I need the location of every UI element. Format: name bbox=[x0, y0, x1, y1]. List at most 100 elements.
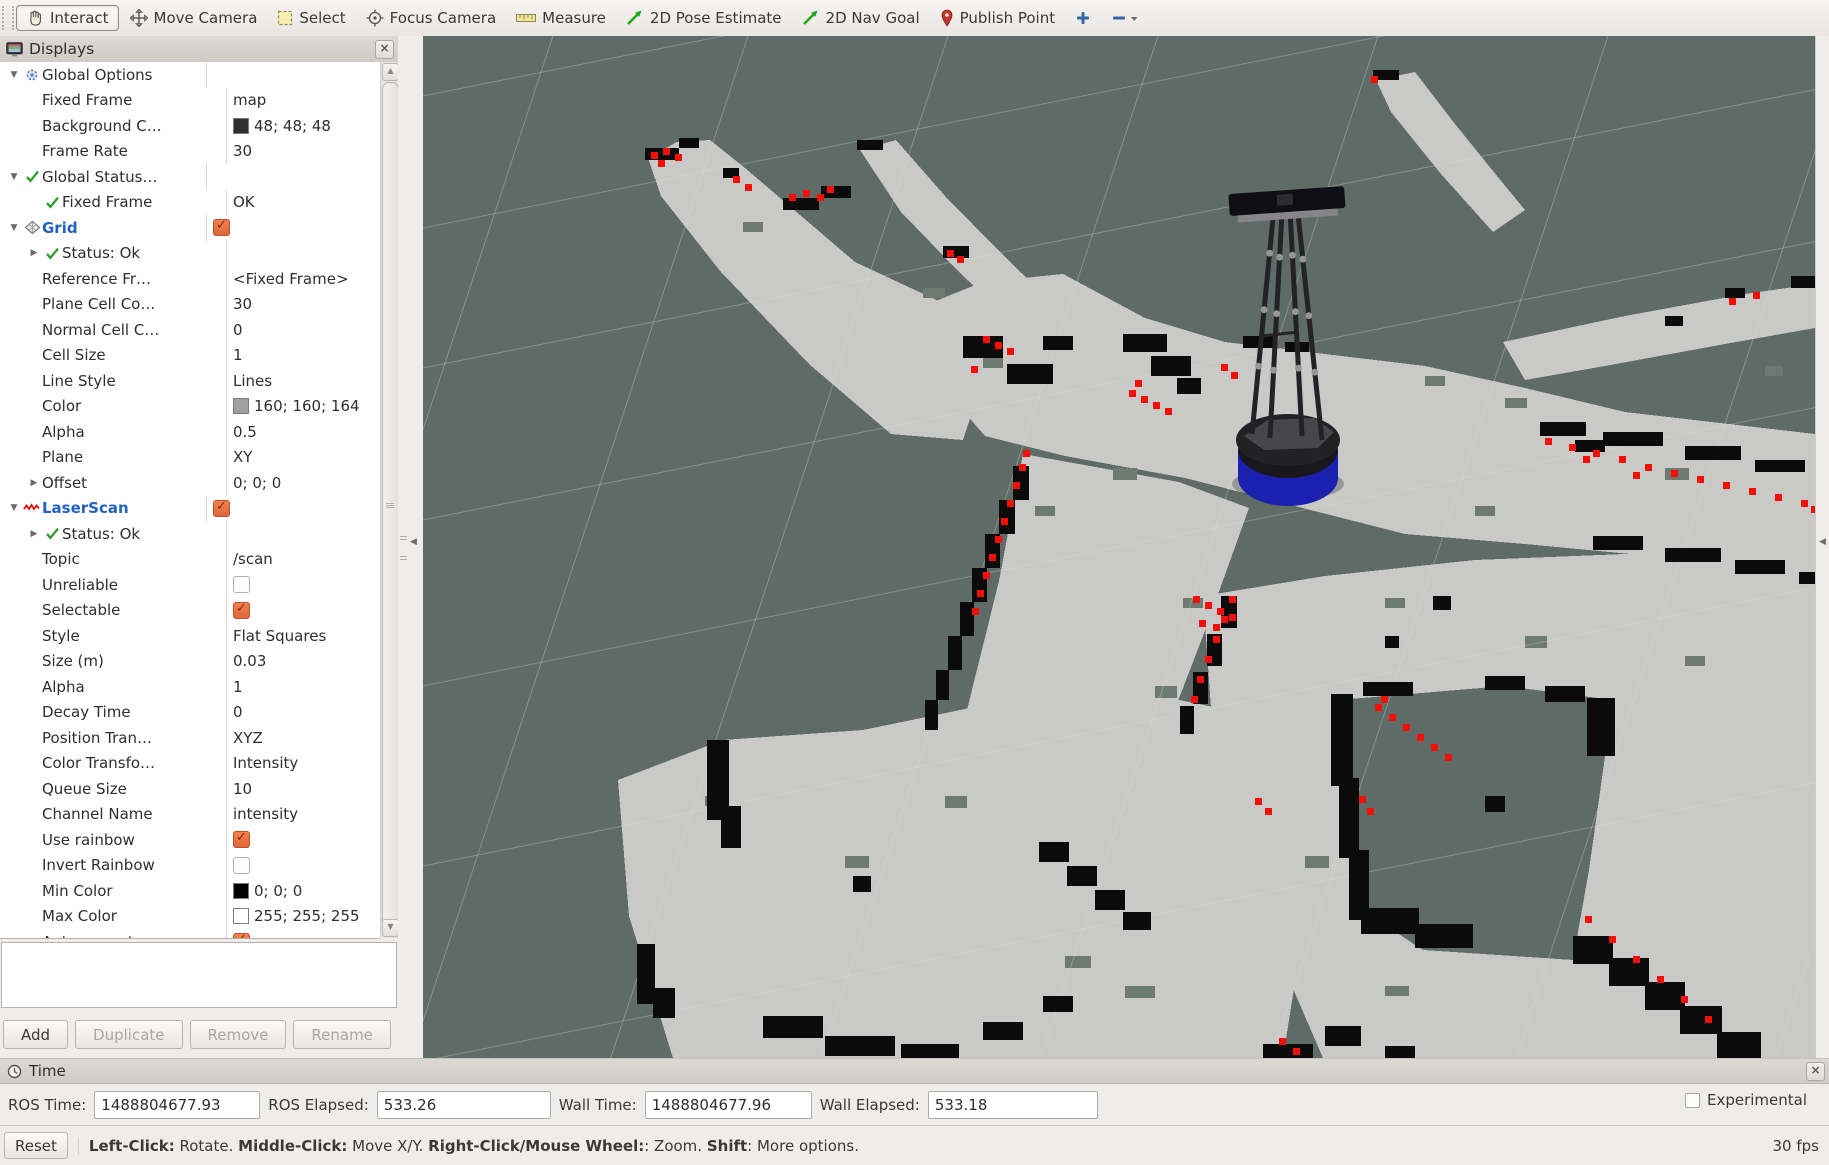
toolbar-item-interact[interactable]: Interact bbox=[16, 5, 119, 31]
collapse-right-icon[interactable]: ◀ bbox=[1819, 537, 1826, 547]
remove-button[interactable]: Remove bbox=[190, 1020, 287, 1049]
property-checkbox[interactable] bbox=[233, 602, 250, 619]
duplicate-button[interactable]: Duplicate bbox=[75, 1020, 182, 1049]
tree-row[interactable]: ▼Grid bbox=[0, 215, 380, 241]
tree-row[interactable]: ▶Status: Ok bbox=[0, 521, 380, 547]
add-button[interactable]: Add bbox=[3, 1020, 68, 1049]
property-checkbox[interactable] bbox=[233, 933, 250, 939]
expander-open-icon[interactable]: ▼ bbox=[6, 172, 22, 182]
property-value[interactable]: 10 bbox=[233, 780, 252, 798]
toolbar-item-move-camera[interactable]: Move Camera bbox=[121, 6, 267, 30]
property-value[interactable]: XY bbox=[233, 448, 252, 466]
tree-row[interactable]: Use rainbow bbox=[0, 827, 380, 853]
tree-row[interactable]: Selectable bbox=[0, 598, 380, 624]
time-field-input[interactable]: 1488804677.96 bbox=[645, 1091, 812, 1119]
scroll-up-icon[interactable]: ▲ bbox=[382, 63, 399, 81]
reset-button[interactable]: Reset bbox=[4, 1132, 68, 1159]
toolbar-item-focus-camera[interactable]: Focus Camera bbox=[357, 6, 505, 30]
collapse-left-icon[interactable]: ◀ bbox=[410, 537, 417, 547]
property-value[interactable]: 48; 48; 48 bbox=[254, 117, 331, 135]
property-value[interactable]: intensity bbox=[233, 805, 298, 823]
render-viewport-3d[interactable] bbox=[423, 36, 1815, 1058]
expander-open-icon[interactable]: ▼ bbox=[6, 70, 22, 80]
property-value[interactable]: 1 bbox=[233, 346, 243, 364]
experimental-checkbox[interactable] bbox=[1685, 1093, 1700, 1108]
tree-row[interactable]: Queue Size10 bbox=[0, 776, 380, 802]
property-value[interactable]: 0; 0; 0 bbox=[233, 474, 281, 492]
tree-row[interactable]: Position Tran…XYZ bbox=[0, 725, 380, 751]
expander-open-icon[interactable]: ▼ bbox=[6, 223, 22, 233]
tree-row[interactable]: Fixed Framemap bbox=[0, 88, 380, 114]
close-icon[interactable]: × bbox=[375, 40, 394, 59]
toolbar-item-add-tool[interactable] bbox=[1066, 7, 1100, 29]
tree-row[interactable]: ▶Offset0; 0; 0 bbox=[0, 470, 380, 496]
property-value[interactable]: 0.03 bbox=[233, 652, 266, 670]
tree-row[interactable]: Invert Rainbow bbox=[0, 853, 380, 879]
splitter-grip[interactable] bbox=[400, 536, 407, 560]
tree-row[interactable]: Reference Fr…<Fixed Frame> bbox=[0, 266, 380, 292]
tree-row[interactable]: Topic/scan bbox=[0, 547, 380, 573]
property-value[interactable]: 1 bbox=[233, 678, 243, 696]
property-value[interactable]: 30 bbox=[233, 295, 252, 313]
property-value[interactable]: 255; 255; 255 bbox=[254, 907, 360, 925]
tree-row[interactable]: ▼Global Options bbox=[0, 62, 380, 88]
tree-row[interactable]: Alpha0.5 bbox=[0, 419, 380, 445]
property-value[interactable]: 0; 0; 0 bbox=[254, 882, 302, 900]
tree-row[interactable]: Color160; 160; 164 bbox=[0, 394, 380, 420]
tree-row[interactable]: Min Color0; 0; 0 bbox=[0, 878, 380, 904]
property-value[interactable]: Flat Squares bbox=[233, 627, 326, 645]
expander-closed-icon[interactable]: ▶ bbox=[26, 478, 42, 488]
left-splitter[interactable]: ◀ bbox=[398, 36, 423, 1058]
property-value[interactable]: 0.5 bbox=[233, 423, 257, 441]
property-checkbox[interactable] bbox=[213, 219, 230, 236]
time-field-input[interactable]: 533.26 bbox=[377, 1091, 551, 1119]
tree-row[interactable]: Size (m)0.03 bbox=[0, 649, 380, 675]
toolbar-item-remove-tool[interactable] bbox=[1102, 7, 1148, 29]
color-swatch[interactable] bbox=[233, 883, 249, 899]
tree-row[interactable]: Fixed FrameOK bbox=[0, 190, 380, 216]
tree-row[interactable]: Max Color255; 255; 255 bbox=[0, 904, 380, 930]
tree-row[interactable]: Channel Nameintensity bbox=[0, 802, 380, 828]
toolbar-item-2d-nav-goal[interactable]: 2D Nav Goal bbox=[793, 6, 929, 30]
tree-row[interactable]: Plane Cell Co…30 bbox=[0, 292, 380, 318]
property-value[interactable]: /scan bbox=[233, 550, 273, 568]
expander-open-icon[interactable]: ▼ bbox=[6, 503, 22, 513]
property-checkbox[interactable] bbox=[233, 831, 250, 848]
property-value[interactable]: Lines bbox=[233, 372, 272, 390]
time-field-input[interactable]: 1488804677.93 bbox=[94, 1091, 260, 1119]
time-field-input[interactable]: 533.18 bbox=[928, 1091, 1098, 1119]
toolbar-item-2d-pose-estimate[interactable]: 2D Pose Estimate bbox=[617, 6, 791, 30]
color-swatch[interactable] bbox=[233, 908, 249, 924]
tree-row[interactable]: Frame Rate30 bbox=[0, 139, 380, 165]
property-value[interactable]: 0 bbox=[233, 321, 243, 339]
tree-row[interactable]: Unreliable bbox=[0, 572, 380, 598]
tree-row[interactable]: Autocompute… bbox=[0, 929, 380, 939]
property-checkbox[interactable] bbox=[233, 576, 250, 593]
expander-closed-icon[interactable]: ▶ bbox=[26, 248, 42, 258]
tree-row[interactable]: Cell Size1 bbox=[0, 343, 380, 369]
rename-button[interactable]: Rename bbox=[293, 1020, 391, 1049]
tree-row[interactable]: Color Transfo…Intensity bbox=[0, 751, 380, 777]
property-value[interactable]: 30 bbox=[233, 142, 252, 160]
right-splitter[interactable]: ◀ bbox=[1815, 36, 1829, 1058]
property-value[interactable]: 160; 160; 164 bbox=[254, 397, 360, 415]
tree-row[interactable]: Decay Time0 bbox=[0, 700, 380, 726]
tree-row[interactable]: ▶Status: Ok bbox=[0, 241, 380, 267]
scroll-down-icon[interactable]: ▼ bbox=[382, 919, 399, 937]
property-value[interactable]: OK bbox=[233, 193, 255, 211]
color-swatch[interactable] bbox=[233, 398, 249, 414]
toolbar-item-publish-point[interactable]: Publish Point bbox=[931, 6, 1064, 30]
scrollbar-thumb[interactable] bbox=[382, 82, 399, 934]
experimental-option[interactable]: Experimental bbox=[1685, 1091, 1807, 1109]
property-value[interactable]: <Fixed Frame> bbox=[233, 270, 349, 288]
tree-row[interactable]: Alpha1 bbox=[0, 674, 380, 700]
tree-row[interactable]: StyleFlat Squares bbox=[0, 623, 380, 649]
tree-row[interactable]: ▼LaserScan bbox=[0, 496, 380, 522]
tree-row[interactable]: PlaneXY bbox=[0, 445, 380, 471]
tree-row[interactable]: Background C…48; 48; 48 bbox=[0, 113, 380, 139]
expander-closed-icon[interactable]: ▶ bbox=[26, 529, 42, 539]
property-value[interactable]: Intensity bbox=[233, 754, 298, 772]
tree-row[interactable]: Normal Cell C…0 bbox=[0, 317, 380, 343]
toolbar-item-measure[interactable]: Measure bbox=[507, 6, 615, 30]
color-swatch[interactable] bbox=[233, 118, 249, 134]
